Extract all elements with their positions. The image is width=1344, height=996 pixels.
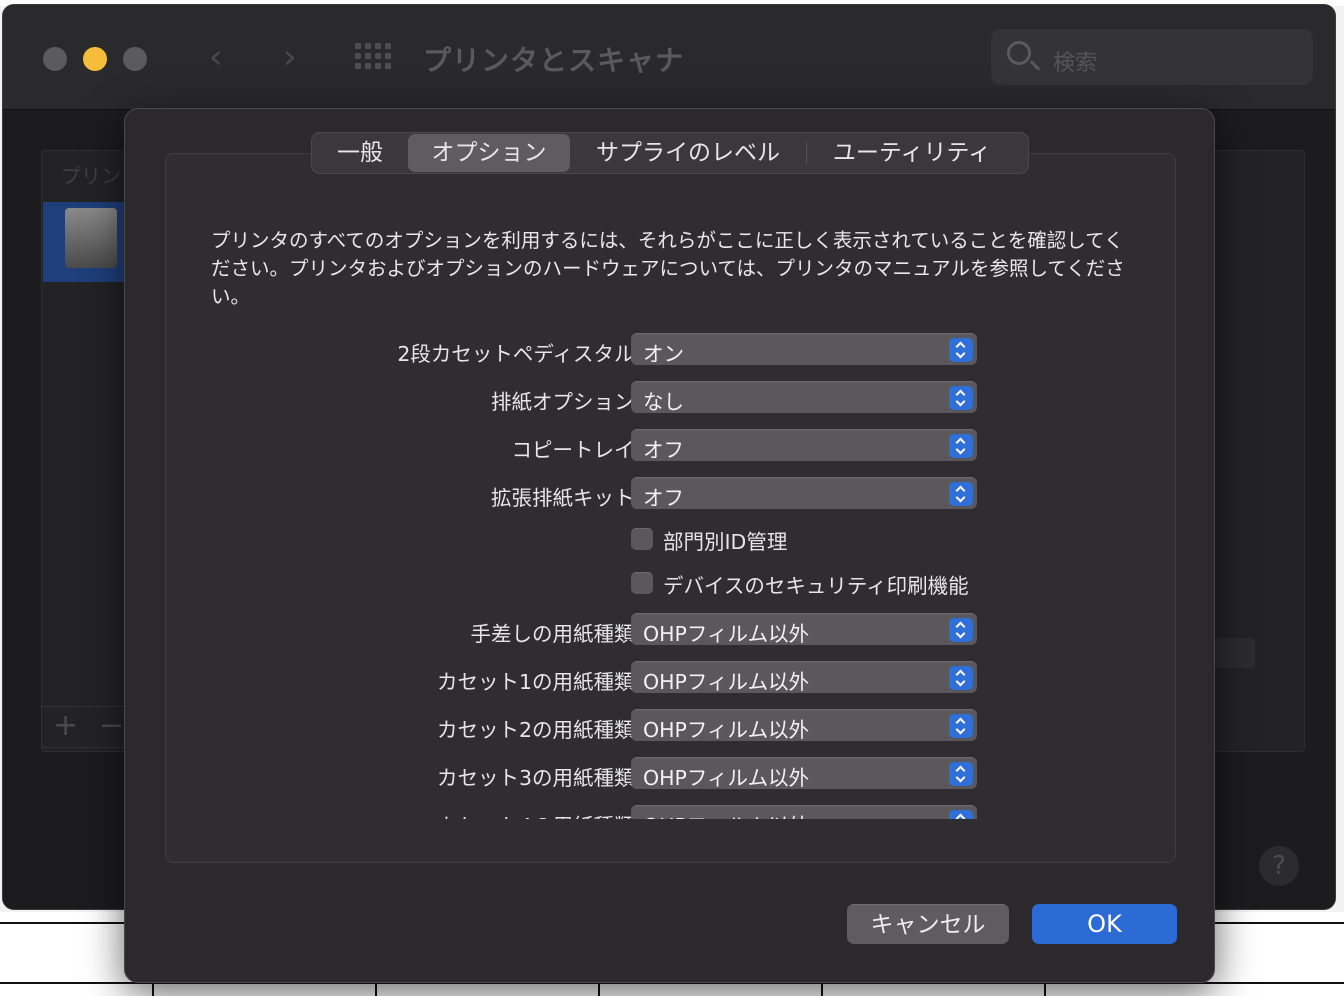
search-placeholder: 検索 (1053, 51, 1098, 76)
output-option-select[interactable]: なし (631, 381, 977, 414)
tab-general[interactable]: 一般 (312, 134, 408, 172)
select-value: オフ (643, 438, 684, 462)
printer-options-sheet: 一般 オプション サプライのレベル ユーティリティ プリンタのすべてのオプション… (124, 108, 1215, 983)
search-field[interactable]: 検索 (991, 29, 1313, 85)
background-rule (821, 982, 823, 996)
background-rule (375, 982, 377, 996)
option-row: 2段カセットペディスタル： オン (165, 333, 1175, 367)
ok-button[interactable]: OK (1032, 904, 1177, 944)
select-value: オフ (643, 486, 684, 510)
add-printer-button[interactable]: + (53, 708, 78, 743)
background-rule (1044, 982, 1046, 996)
chevron-updown-icon (949, 810, 973, 819)
select-value: OHPフィルム以外 (643, 718, 810, 742)
tab-utility[interactable]: ユーティリティ (807, 134, 1017, 172)
cassette-pedestal-select[interactable]: オン (631, 333, 977, 366)
cassette3-paper-type-select[interactable]: OHPフィルム以外 (631, 757, 977, 790)
option-row: 拡張排紙キット： オフ (165, 477, 1175, 511)
select-value: OHPフィルム以外 (643, 766, 810, 790)
secure-print-checkbox[interactable] (631, 572, 653, 594)
option-row: カセット2の用紙種類： OHPフィルム以外 (165, 709, 1175, 743)
chevron-updown-icon (949, 714, 973, 738)
select-value: OHPフィルム以外 (643, 809, 809, 819)
chevron-updown-icon (949, 386, 973, 410)
options-supplies-button[interactable] (1215, 638, 1255, 668)
department-id-checkbox-row[interactable]: 部門別ID管理 (631, 525, 1131, 555)
search-icon (1007, 41, 1031, 65)
printer-icon (65, 208, 117, 268)
option-row: 手差しの用紙種類： OHPフィルム以外 (165, 613, 1175, 647)
options-scroll-area[interactable]: 2段カセットペディスタル： オン 排紙オプション： なし コピートレイ： オフ … (165, 321, 1175, 819)
select-value: なし (643, 390, 684, 414)
select-value: OHPフィルム以外 (643, 622, 810, 646)
cassette2-paper-type-select[interactable]: OHPフィルム以外 (631, 709, 977, 742)
show-all-grid-icon[interactable] (355, 43, 391, 75)
option-label: カセット3の用紙種類： (436, 766, 655, 790)
minimize-window-button[interactable] (83, 47, 107, 71)
option-row: カセット4の用紙種類： OHPフィルム以外 (165, 805, 1175, 819)
chevron-updown-icon (949, 666, 973, 690)
select-value: OHPフィルム以外 (643, 670, 810, 694)
chevron-updown-icon (949, 762, 973, 786)
option-row: 排紙オプション： なし (165, 381, 1175, 415)
checkbox-label: 部門別ID管理 (663, 530, 788, 554)
close-window-button[interactable] (43, 47, 67, 71)
secure-print-checkbox-row[interactable]: デバイスのセキュリティ印刷機能 (631, 569, 1131, 599)
option-label: 2段カセットペディスタル： (397, 342, 655, 366)
extension-output-kit-select[interactable]: オフ (631, 477, 977, 510)
option-row: カセット1の用紙種類： OHPフィルム以外 (165, 661, 1175, 695)
window-title: プリンタとスキャナ (423, 44, 685, 77)
background-rule (152, 982, 154, 996)
background-rule (598, 982, 600, 996)
cassette4-paper-type-select[interactable]: OHPフィルム以外 (631, 805, 977, 819)
select-value: オン (643, 342, 684, 366)
chevron-updown-icon (949, 338, 973, 362)
tab-options[interactable]: オプション (408, 134, 570, 172)
chevron-updown-icon (949, 482, 973, 506)
cassette1-paper-type-select[interactable]: OHPフィルム以外 (631, 661, 977, 694)
copy-tray-select[interactable]: オフ (631, 429, 977, 462)
tab-supply-levels[interactable]: サプライのレベル (570, 134, 806, 172)
option-label: 手差しの用紙種類： (470, 622, 656, 646)
forward-arrow-icon[interactable]: › (283, 37, 297, 77)
manual-feed-paper-type-select[interactable]: OHPフィルム以外 (631, 613, 977, 646)
back-arrow-icon[interactable]: ‹ (209, 37, 223, 77)
option-label: カセット4の用紙種類： (437, 809, 655, 819)
cancel-button[interactable]: キャンセル (847, 904, 1009, 944)
chevron-updown-icon (949, 434, 973, 458)
checkbox-label: デバイスのセキュリティ印刷機能 (663, 574, 969, 598)
options-description: プリンタのすべてのオプションを利用するには、それらがここに正しく表示されているこ… (211, 229, 1125, 308)
option-label: カセット1の用紙種類： (436, 670, 655, 694)
chevron-updown-icon (949, 618, 973, 642)
window-titlebar: ‹ › プリンタとスキャナ 検索 (3, 5, 1335, 110)
tab-bar: 一般 オプション サプライのレベル ユーティリティ (311, 132, 1029, 174)
help-button[interactable]: ? (1259, 846, 1299, 886)
remove-printer-button[interactable]: − (99, 708, 124, 743)
option-label: カセット2の用紙種類： (436, 718, 655, 742)
option-row: コピートレイ： オフ (165, 429, 1175, 463)
department-id-checkbox[interactable] (631, 528, 653, 550)
option-row: カセット3の用紙種類： OHPフィルム以外 (165, 757, 1175, 791)
zoom-window-button[interactable] (123, 47, 147, 71)
